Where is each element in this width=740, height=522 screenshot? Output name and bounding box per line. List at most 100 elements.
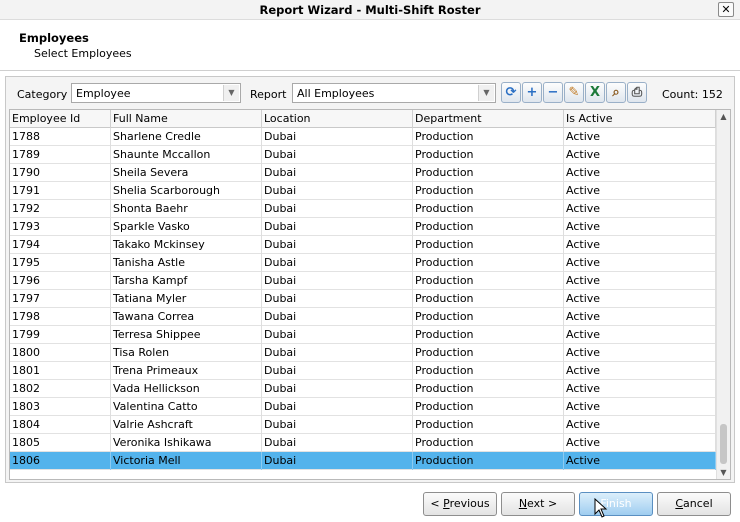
edit-icon[interactable]: ✎ (564, 82, 584, 103)
department-cell: Production (413, 272, 564, 290)
count-readout: Count: 152 (662, 88, 723, 101)
department-cell: Production (413, 308, 564, 326)
table-row[interactable]: 1795 Tanisha Astle Dubai Production Active (10, 254, 716, 272)
location-cell: Dubai (262, 326, 413, 344)
employee-id-cell: 1798 (10, 308, 111, 326)
is-active-cell: Active (564, 380, 716, 398)
cancel-button[interactable]: Cancel (657, 492, 731, 516)
report-value: All Employees (297, 87, 375, 100)
department-cell: Production (413, 326, 564, 344)
column-header-department[interactable]: Department (413, 110, 564, 128)
full-name-cell: Tanisha Astle (111, 254, 262, 272)
is-active-cell: Active (564, 182, 716, 200)
vertical-scrollbar[interactable]: ▲ ▼ (716, 110, 730, 479)
table-row[interactable]: 1806 Victoria Mell Dubai Production Active (10, 452, 716, 470)
location-cell: Dubai (262, 308, 413, 326)
table-row[interactable]: 1788 Sharlene Credle Dubai Production Active (10, 128, 716, 146)
table-row[interactable]: 1796 Tarsha Kampf Dubai Production Active (10, 272, 716, 290)
excel-export-icon[interactable]: X (585, 82, 605, 103)
location-cell: Dubai (262, 416, 413, 434)
table-row[interactable]: 1800 Tisa Rolen Dubai Production Active (10, 344, 716, 362)
location-cell: Dubai (262, 182, 413, 200)
department-cell: Production (413, 290, 564, 308)
full-name-cell: Valrie Ashcraft (111, 416, 262, 434)
is-active-cell: Active (564, 326, 716, 344)
full-name-cell: Veronika Ishikawa (111, 434, 262, 452)
next-button[interactable]: Next > (501, 492, 575, 516)
add-icon[interactable]: + (522, 82, 542, 103)
finish-button[interactable]: Finish (579, 492, 653, 516)
employee-id-cell: 1791 (10, 182, 111, 200)
scroll-up-icon[interactable]: ▲ (717, 112, 730, 121)
department-cell: Production (413, 416, 564, 434)
department-cell: Production (413, 128, 564, 146)
employees-grid[interactable]: Employee Id Full Name Location Departmen… (9, 109, 731, 480)
employee-id-cell: 1799 (10, 326, 111, 344)
scroll-thumb[interactable] (720, 424, 727, 464)
table-row[interactable]: 1802 Vada Hellickson Dubai Production Active (10, 380, 716, 398)
print-icon[interactable]: ⎙ (627, 82, 647, 103)
category-select[interactable]: Employee ▼ (71, 83, 241, 103)
is-active-cell: Active (564, 362, 716, 380)
employee-id-cell: 1788 (10, 128, 111, 146)
full-name-cell: Tawana Correa (111, 308, 262, 326)
content-panel: Category Employee ▼ Report All Employees… (5, 76, 735, 483)
is-active-cell: Active (564, 146, 716, 164)
column-header-location[interactable]: Location (262, 110, 413, 128)
employee-id-cell: 1793 (10, 218, 111, 236)
full-name-cell: Tarsha Kampf (111, 272, 262, 290)
full-name-cell: Sheila Severa (111, 164, 262, 182)
full-name-cell: Trena Primeaux (111, 362, 262, 380)
window-title: Report Wizard - Multi-Shift Roster (259, 3, 481, 17)
report-select[interactable]: All Employees ▼ (292, 83, 496, 103)
refresh-icon[interactable]: ⟳ (501, 82, 521, 103)
column-header-full-name[interactable]: Full Name (111, 110, 262, 128)
employee-id-cell: 1797 (10, 290, 111, 308)
wizard-header: Employees Select Employees (0, 21, 740, 71)
department-cell: Production (413, 434, 564, 452)
is-active-cell: Active (564, 236, 716, 254)
department-cell: Production (413, 254, 564, 272)
location-cell: Dubai (262, 146, 413, 164)
column-header-is-active[interactable]: Is Active (564, 110, 716, 128)
department-cell: Production (413, 398, 564, 416)
employee-id-cell: 1789 (10, 146, 111, 164)
full-name-cell: Sharlene Credle (111, 128, 262, 146)
is-active-cell: Active (564, 344, 716, 362)
table-row[interactable]: 1797 Tatiana Myler Dubai Production Active (10, 290, 716, 308)
table-row[interactable]: 1794 Takako Mckinsey Dubai Production Active (10, 236, 716, 254)
is-active-cell: Active (564, 434, 716, 452)
location-cell: Dubai (262, 434, 413, 452)
remove-icon[interactable]: − (543, 82, 563, 103)
full-name-cell: Victoria Mell (111, 452, 262, 470)
table-row[interactable]: 1792 Shonta Baehr Dubai Production Active (10, 200, 716, 218)
is-active-cell: Active (564, 452, 716, 470)
table-row[interactable]: 1793 Sparkle Vasko Dubai Production Active (10, 218, 716, 236)
scroll-down-icon[interactable]: ▼ (717, 468, 730, 477)
table-row[interactable]: 1805 Veronika Ishikawa Dubai Production Acti… (10, 434, 716, 452)
chevron-down-icon[interactable]: ▼ (223, 85, 239, 101)
full-name-cell: Vada Hellickson (111, 380, 262, 398)
category-value: Employee (76, 87, 131, 100)
department-cell: Production (413, 344, 564, 362)
employee-id-cell: 1796 (10, 272, 111, 290)
page-subtitle: Select Employees (34, 47, 132, 60)
department-cell: Production (413, 452, 564, 470)
table-row[interactable]: 1801 Trena Primeaux Dubai Production Active (10, 362, 716, 380)
is-active-cell: Active (564, 218, 716, 236)
chevron-down-icon[interactable]: ▼ (478, 85, 494, 101)
count-label: Count: (662, 88, 699, 101)
previous-button[interactable]: < Previous (423, 492, 497, 516)
table-row[interactable]: 1803 Valentina Catto Dubai Production Active (10, 398, 716, 416)
table-row[interactable]: 1790 Sheila Severa Dubai Production Active (10, 164, 716, 182)
table-row[interactable]: 1791 Shelia Scarborough Dubai Production Act… (10, 182, 716, 200)
table-row[interactable]: 1789 Shaunte Mccallon Dubai Production Activ… (10, 146, 716, 164)
table-row[interactable]: 1798 Tawana Correa Dubai Production Active (10, 308, 716, 326)
search-icon[interactable]: ⌕ (606, 82, 626, 103)
close-icon[interactable]: ✕ (718, 2, 734, 17)
table-row[interactable]: 1804 Valrie Ashcraft Dubai Production Active (10, 416, 716, 434)
employee-id-cell: 1800 (10, 344, 111, 362)
employee-id-cell: 1804 (10, 416, 111, 434)
table-row[interactable]: 1799 Terresa Shippee Dubai Production Active (10, 326, 716, 344)
column-header-employee-id[interactable]: Employee Id (10, 110, 111, 128)
